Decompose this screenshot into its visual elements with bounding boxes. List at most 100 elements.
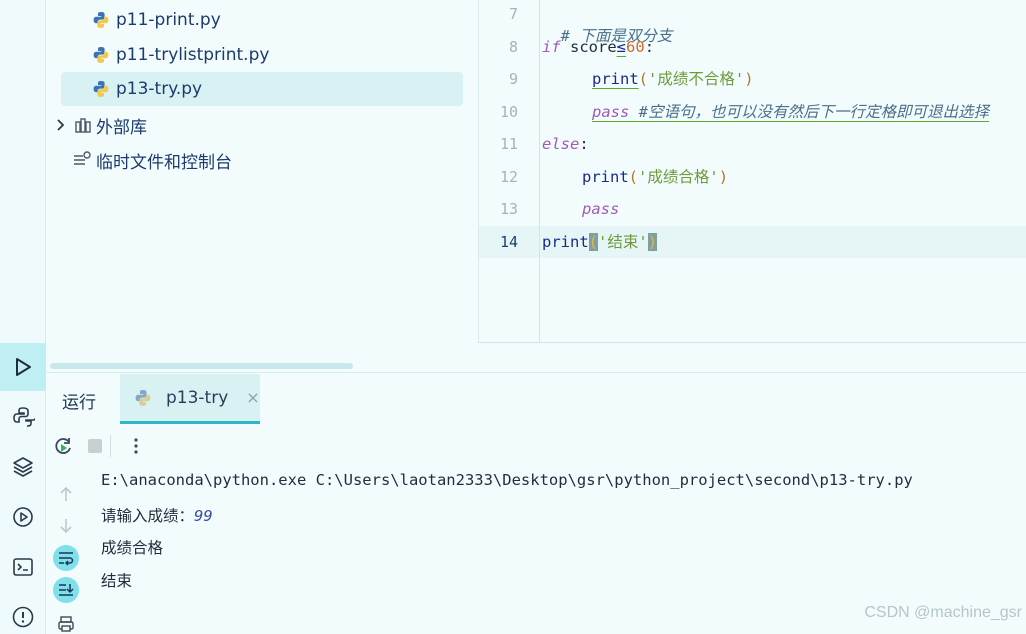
- warning-circle-icon: [12, 606, 34, 628]
- chevron-right-icon: [57, 119, 65, 131]
- watermark: CSDN @machine_gsr: [864, 604, 1022, 621]
- colon: :: [579, 135, 589, 153]
- code-line-14: print('结束'): [542, 231, 658, 253]
- line-number: 8: [508, 38, 518, 56]
- matched-paren: (: [588, 233, 599, 251]
- soft-wrap-icon: [59, 552, 74, 566]
- scroll-up-button[interactable]: [53, 481, 79, 507]
- more-options-button[interactable]: [123, 433, 149, 459]
- keyword-else: else: [542, 135, 580, 153]
- tree-file-p13-try[interactable]: p13-try.py: [61, 72, 463, 106]
- paren: ): [718, 168, 729, 186]
- builtin-print: print: [542, 233, 589, 251]
- code-line-9: print('成绩不合格'): [592, 68, 754, 90]
- builtin-print: print: [592, 70, 639, 88]
- line-number: 11: [499, 135, 518, 153]
- library-icon: [75, 118, 91, 133]
- python-console-icon: [13, 407, 35, 427]
- print-button[interactable]: [53, 611, 79, 634]
- arrow-down-icon: [60, 519, 72, 534]
- code-line-7: # 下面是双分支: [542, 3, 673, 45]
- matched-paren: ): [647, 233, 658, 251]
- python-packages-button[interactable]: [4, 448, 42, 486]
- stop-icon: [88, 439, 102, 453]
- rerun-button[interactable]: [50, 433, 76, 459]
- tree-file-label: p11-print.py: [116, 10, 221, 30]
- services-button[interactable]: [4, 498, 42, 536]
- editor-bottom-border: [478, 342, 1026, 343]
- tree-file-p11-trylistprint[interactable]: p11-trylistprint.py: [92, 38, 269, 72]
- toolbar-separator: [108, 433, 112, 459]
- scroll-down-button[interactable]: [53, 513, 79, 539]
- scratches-icon: [74, 151, 91, 165]
- tree-scratches-consoles[interactable]: 临时文件和控制台: [72, 143, 232, 177]
- line-number: 13: [499, 200, 518, 218]
- run-panel-title: 运行: [62, 393, 96, 413]
- line-number: 9: [508, 70, 518, 88]
- python-file-icon: [93, 81, 109, 97]
- python-file-icon: [93, 12, 109, 28]
- console-output-line: 结束: [101, 572, 133, 590]
- console-command-line: E:\anaconda\python.exe C:\Users\laotan23…: [101, 471, 913, 489]
- code-line-10: pass #空语句，也可以没有然后下一行定格即可退出选择: [592, 101, 989, 123]
- colon: :: [644, 38, 655, 56]
- string: '成绩不合格': [648, 70, 745, 88]
- builtin-print: print: [582, 168, 629, 186]
- keyword-if: if: [542, 38, 561, 56]
- horizontal-scrollbar[interactable]: [50, 363, 353, 369]
- terminal-button[interactable]: [4, 548, 42, 586]
- terminal-icon: [13, 558, 33, 576]
- printer-icon: [58, 616, 74, 632]
- console-toolbar: [46, 424, 138, 634]
- python-console-button[interactable]: [4, 398, 42, 436]
- console-user-input: 99: [194, 507, 213, 525]
- paren: (: [628, 168, 639, 186]
- keyword-pass: pass: [582, 200, 620, 218]
- console-prompt-line: 请输入成绩：99: [101, 504, 213, 526]
- code-line-12: print('成绩合格'): [582, 166, 728, 188]
- services-icon: [13, 507, 33, 527]
- stop-button[interactable]: [82, 433, 108, 459]
- keyword-pass: pass: [592, 103, 630, 121]
- line-number-current: 14: [499, 233, 518, 251]
- tree-external-libraries-label: 外部库: [96, 117, 147, 138]
- run-tool-button[interactable]: [0, 343, 46, 391]
- code-line-13: pass: [582, 198, 619, 220]
- run-tab-p13-try[interactable]: p13-try ×: [120, 374, 260, 424]
- arrow-up-icon: [60, 486, 72, 501]
- tree-external-libraries[interactable]: 外部库: [54, 108, 147, 142]
- line-number: 10: [499, 103, 518, 121]
- operator: ≤: [616, 38, 627, 56]
- tool-window-strip: [0, 0, 46, 634]
- console-output-line: 成绩合格: [101, 539, 164, 557]
- tree-file-p11-print[interactable]: p11-print.py: [92, 3, 221, 37]
- line-number: 12: [499, 168, 518, 186]
- paren: (: [638, 70, 649, 88]
- tree-scratches-label: 临时文件和控制台: [96, 152, 232, 173]
- tree-file-label: p11-trylistprint.py: [116, 45, 270, 65]
- console-prompt: 请输入成绩：: [101, 507, 195, 525]
- tree-file-label: p13-try.py: [116, 79, 203, 99]
- run-tab-label: p13-try: [166, 387, 229, 408]
- python-file-icon: [93, 47, 109, 63]
- close-tab-icon[interactable]: ×: [246, 388, 259, 407]
- python-file-icon: [135, 389, 151, 406]
- run-icon: [16, 358, 31, 376]
- identifier: score: [560, 38, 617, 56]
- string: '成绩合格': [638, 168, 719, 186]
- rerun-icon: [55, 438, 71, 454]
- soft-wrap-button[interactable]: [53, 545, 79, 571]
- more-vertical-icon: [134, 438, 138, 454]
- problems-button[interactable]: [4, 598, 42, 634]
- string: '结束': [598, 233, 648, 251]
- number: 60: [626, 38, 645, 56]
- code-line-8: if score≤60:: [542, 36, 654, 58]
- code-line-11: else:: [542, 133, 589, 155]
- scroll-to-end-icon: [59, 584, 74, 596]
- comment: #空语句，也可以没有然后下一行定格即可退出选择: [629, 103, 989, 121]
- gutter-divider: [539, 0, 540, 342]
- paren: ): [744, 70, 754, 88]
- scroll-to-end-button[interactable]: [53, 577, 79, 603]
- layers-icon: [13, 457, 33, 477]
- line-number: 7: [508, 5, 518, 23]
